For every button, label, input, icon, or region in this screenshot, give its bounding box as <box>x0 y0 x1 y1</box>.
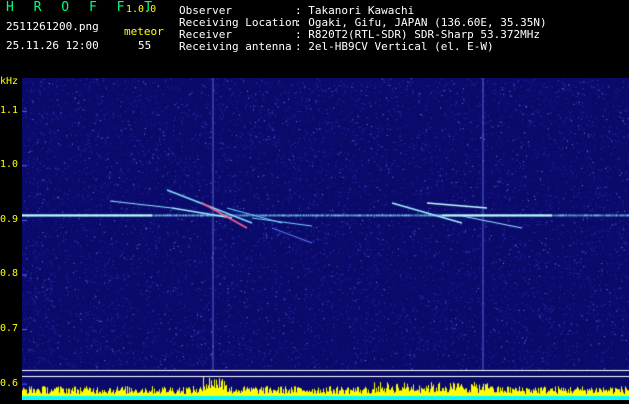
datetime: 25.11.26 12:00 <box>6 39 99 52</box>
y-tick-label: 0.9 <box>0 213 19 225</box>
header-panel: H R O F F T 1.0.0 2511261200.png meteor … <box>0 0 629 78</box>
meteor-count: 55 <box>138 39 152 52</box>
filename: 2511261200.png <box>6 20 99 33</box>
antenna-value: : 2el-HB9CV Vertical (el. E-W) <box>295 40 494 53</box>
y-tick-label: 0.6 <box>0 377 19 389</box>
spectrogram-canvas <box>22 78 629 400</box>
y-tick-label: 1.0 <box>0 159 19 171</box>
antenna-label: Receiving antenna <box>179 40 292 53</box>
y-tick-label: 1.1 <box>0 104 19 116</box>
meteor-label: meteor <box>124 25 164 38</box>
app-version: 1.0.0 <box>126 4 157 15</box>
y-unit-label: kHz <box>0 76 19 87</box>
spectrogram-plot <box>22 78 629 400</box>
y-tick-label: 0.8 <box>0 268 19 280</box>
y-tick-label: 0.7 <box>0 323 19 335</box>
